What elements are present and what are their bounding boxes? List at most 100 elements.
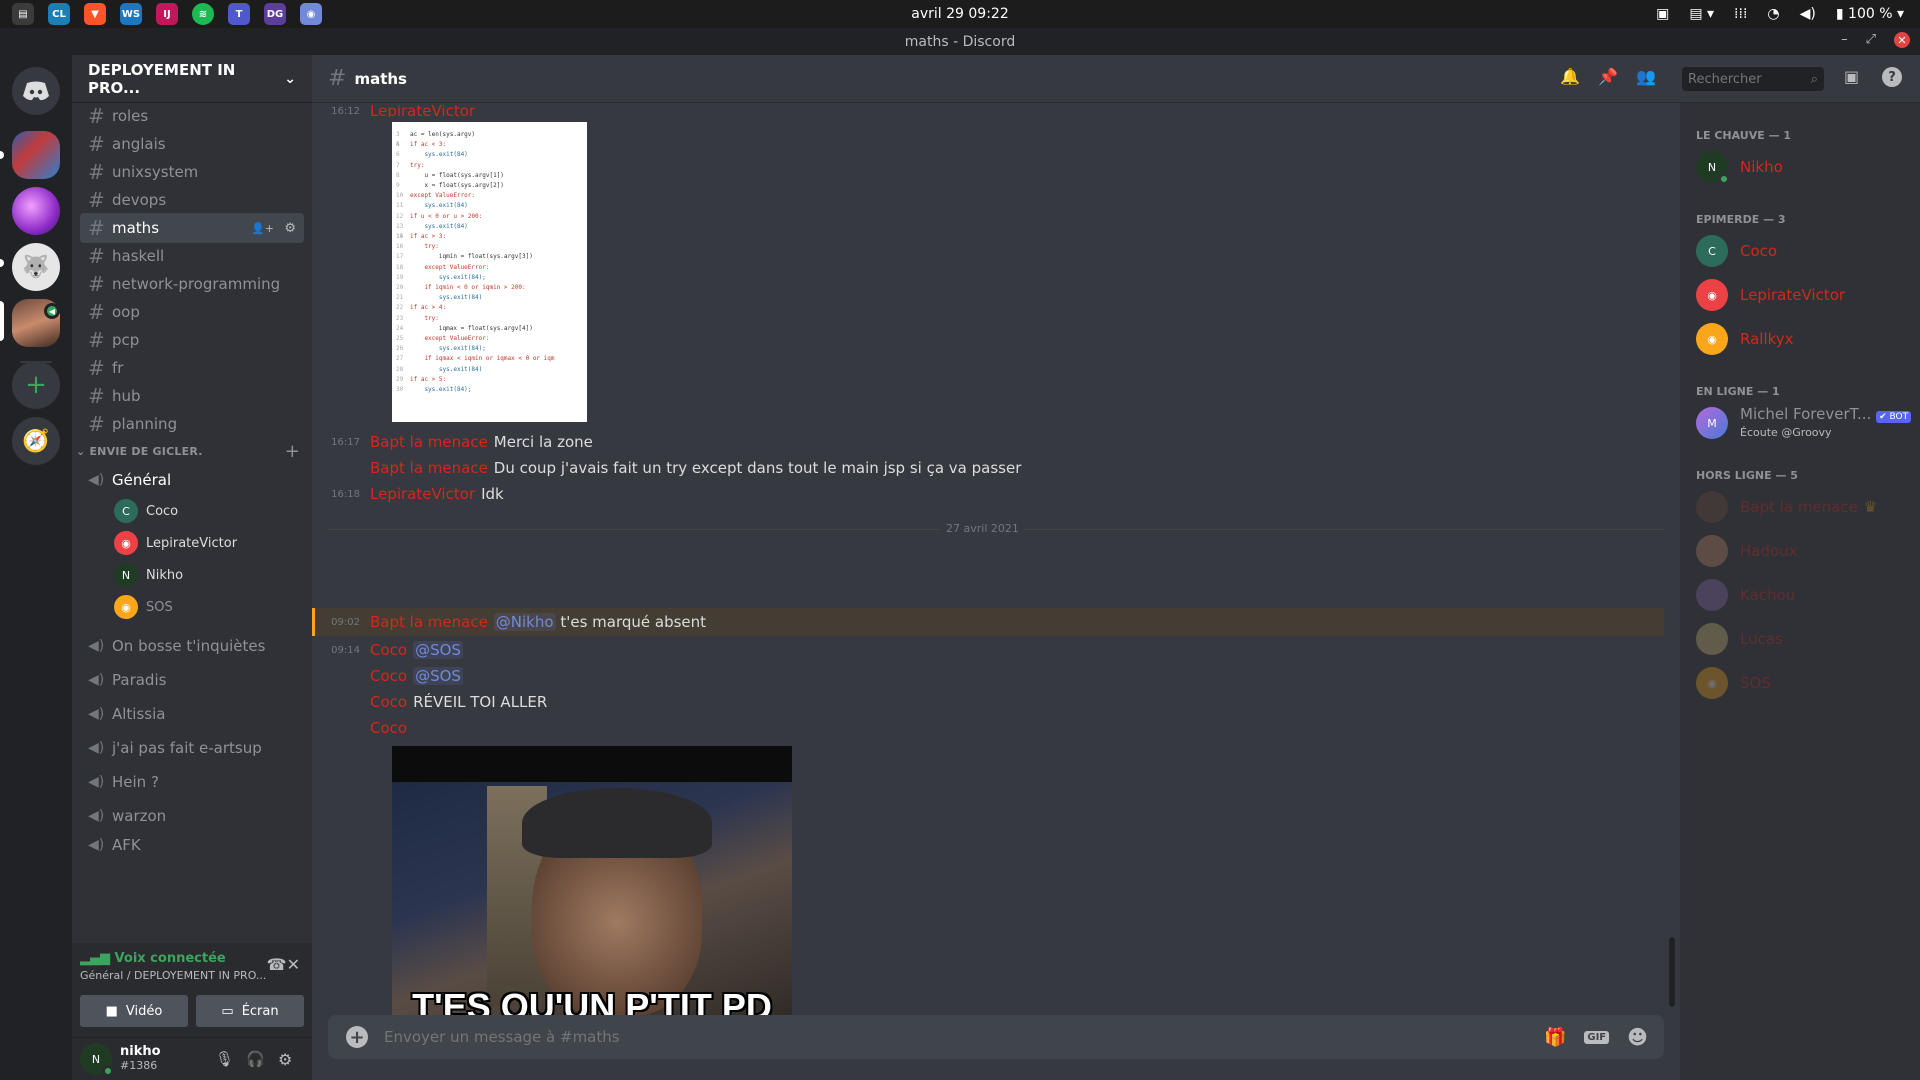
gift-icon[interactable]: 🎁 [1544, 1027, 1566, 1048]
emoji-icon[interactable]: ☻ [1627, 1025, 1648, 1049]
server-header[interactable]: DEPLOYEMENT IN PRO... ⌄ [72, 55, 312, 103]
channel-pcp[interactable]: # pcp [80, 325, 304, 355]
user-mention[interactable]: @SOS [413, 641, 463, 659]
voice-location[interactable]: Général / DEPLOYEMENT IN PRO... [80, 969, 266, 982]
voice-user-coco[interactable]: C Coco [114, 497, 178, 525]
microphone-icon[interactable]: 🎙 [215, 1050, 234, 1068]
avatar[interactable]: N [80, 1043, 114, 1077]
members-list-icon[interactable]: 👥 [1636, 67, 1656, 86]
voice-channel-afk[interactable]: ◀) AFK [80, 835, 304, 855]
message-author[interactable]: Coco [370, 641, 407, 659]
discord-home-icon[interactable] [12, 67, 60, 115]
member-offline[interactable]: Bapt la menace ♛ [1696, 487, 1877, 527]
discord-app-icon[interactable]: ◉ [300, 3, 322, 25]
minimize-icon[interactable]: – [1841, 32, 1848, 48]
message-author[interactable]: LepirateVictor [370, 105, 475, 117]
spotify-app-icon[interactable]: ≋ [192, 3, 214, 25]
message-author[interactable]: Bapt la menace [370, 433, 488, 451]
notification-bell-icon[interactable]: 🔔 [1560, 67, 1580, 86]
user-mention[interactable]: @Nikho [493, 613, 556, 631]
voice-channel-general[interactable]: ◀) Général [80, 465, 304, 495]
datagrip-app-icon[interactable]: DG [264, 3, 286, 25]
intellij-app-icon[interactable]: IJ [156, 3, 178, 25]
voice-channel-warzon[interactable]: ◀) warzon [80, 801, 304, 831]
member-coco[interactable]: C Coco [1696, 231, 1777, 271]
add-channel-icon[interactable]: + [285, 441, 300, 462]
channel-roles[interactable]: # roles [80, 101, 304, 131]
explore-servers-icon[interactable]: 🧭 [12, 417, 60, 465]
teams-app-icon[interactable]: T [228, 3, 250, 25]
voice-channel-on-bosse[interactable]: ◀) On bosse t'inquiètes [80, 631, 304, 661]
server-folder-icon[interactable] [12, 131, 60, 179]
inbox-icon[interactable]: ▣ [1844, 67, 1859, 86]
channel-network-programming[interactable]: # network-programming [80, 269, 304, 299]
voice-status[interactable]: ▂▄▆ Voix connectée [80, 951, 226, 966]
upload-plus-icon[interactable]: + [346, 1026, 368, 1048]
window-title: maths - Discord [904, 33, 1016, 50]
message-author[interactable]: Bapt la menace [370, 459, 488, 477]
volume-icon[interactable]: ◀) [1800, 6, 1816, 22]
voice-user-nikho[interactable]: N Nikho [114, 561, 183, 589]
channel-planning[interactable]: # planning [80, 409, 304, 439]
gif-button[interactable]: GIF [1584, 1030, 1610, 1044]
brave-app-icon[interactable]: ▼ [84, 3, 106, 25]
message-author[interactable]: Coco [370, 719, 407, 737]
gif-attachment[interactable]: T'ES QU'UN P'TIT PD [392, 746, 792, 1041]
clipboard-icon[interactable]: ▤ ▾ [1689, 6, 1714, 22]
channel-haskell[interactable]: # haskell [80, 241, 304, 271]
wifi-icon[interactable]: ◔ [1767, 6, 1779, 22]
member-offline[interactable]: ◉ SOS [1696, 663, 1771, 703]
voice-channel-paradis[interactable]: ◀) Paradis [80, 665, 304, 695]
invite-icon[interactable]: 👤+ [251, 222, 274, 235]
clock[interactable]: avril 29 09:22 [911, 6, 1008, 22]
disconnect-icon[interactable]: ☎✕ [267, 955, 300, 974]
message-input[interactable] [384, 1028, 1544, 1046]
headphones-icon[interactable]: 🎧 [246, 1050, 265, 1068]
settings-gear-icon[interactable]: ⚙ [278, 1050, 292, 1069]
gear-icon[interactable]: ⚙ [284, 221, 296, 236]
member-nikho[interactable]: N Nikho [1696, 147, 1783, 187]
voice-user-sos[interactable]: ◉ SOS [114, 593, 173, 621]
member-rallkyx[interactable]: ◉ Rallkyx [1696, 319, 1794, 359]
maximize-icon[interactable]: ⤢ [1866, 32, 1876, 48]
battery-indicator[interactable]: ▮ 100 % ▾ [1836, 6, 1904, 22]
video-button[interactable]: ■ Vidéo [80, 995, 188, 1027]
search-box[interactable]: Rechercher ⌕ [1682, 67, 1824, 91]
message-author[interactable]: LepirateVictor [370, 485, 475, 503]
channel-hub[interactable]: # hub [80, 381, 304, 411]
member-offline[interactable]: Kachou [1696, 575, 1795, 615]
member-bot[interactable]: M Michel ForeverT... ✔ BOT Écoute @Groov… [1696, 403, 1912, 443]
channel-oop[interactable]: # oop [80, 297, 304, 327]
message-author[interactable]: Coco [370, 693, 407, 711]
server-wolf-icon[interactable]: 🐺 [12, 243, 60, 291]
channel-maths[interactable]: # maths 👤+ ⚙ [80, 213, 304, 243]
voice-user-lepiratevictor[interactable]: ◉ LepirateVictor [114, 529, 237, 557]
scrollbar-thumb[interactable] [1669, 937, 1675, 1007]
camera-icon[interactable]: ▣ [1656, 6, 1669, 22]
category-header[interactable]: ⌄ ENVIE DE GICLER. + [76, 441, 306, 462]
channel-unixsystem[interactable]: # unixsystem [80, 157, 304, 187]
webstorm-app-icon[interactable]: WS [120, 3, 142, 25]
voice-channel-altissia[interactable]: ◀) Altissia [80, 699, 304, 729]
clion-app-icon[interactable]: CL [48, 3, 70, 25]
channel-devops[interactable]: # devops [80, 185, 304, 215]
screen-share-button[interactable]: ▭ Écran [196, 995, 304, 1027]
channel-fr[interactable]: # fr [80, 353, 304, 383]
member-offline[interactable]: Lucas [1696, 619, 1783, 659]
grid-icon[interactable]: ⁞⁞⁞ [1734, 6, 1747, 22]
user-mention[interactable]: @SOS [413, 667, 463, 685]
files-app-icon[interactable]: ▤ [12, 3, 34, 25]
code-screenshot-attachment[interactable]: 3 ac = len(sys.argv) 4 5 if ac < 3: 6 sys.exi… [392, 122, 587, 422]
close-icon[interactable]: ✕ [1894, 32, 1910, 48]
pin-icon[interactable]: 📌 [1598, 67, 1618, 86]
voice-channel-e-artsup[interactable]: ◀) j'ai pas fait e-artsup [80, 733, 304, 763]
help-icon[interactable]: ? [1882, 67, 1902, 87]
add-server-icon[interactable]: + [12, 361, 60, 409]
member-offline[interactable]: Hadoux [1696, 531, 1798, 571]
message-author[interactable]: Bapt la menace [370, 613, 488, 631]
voice-channel-hein[interactable]: ◀) Hein ? [80, 767, 304, 797]
message-author[interactable]: Coco [370, 667, 407, 685]
channel-anglais[interactable]: # anglais [80, 129, 304, 159]
server-purple-icon[interactable] [12, 187, 60, 235]
member-lepiratevictor[interactable]: ◉ LepirateVictor [1696, 275, 1845, 315]
